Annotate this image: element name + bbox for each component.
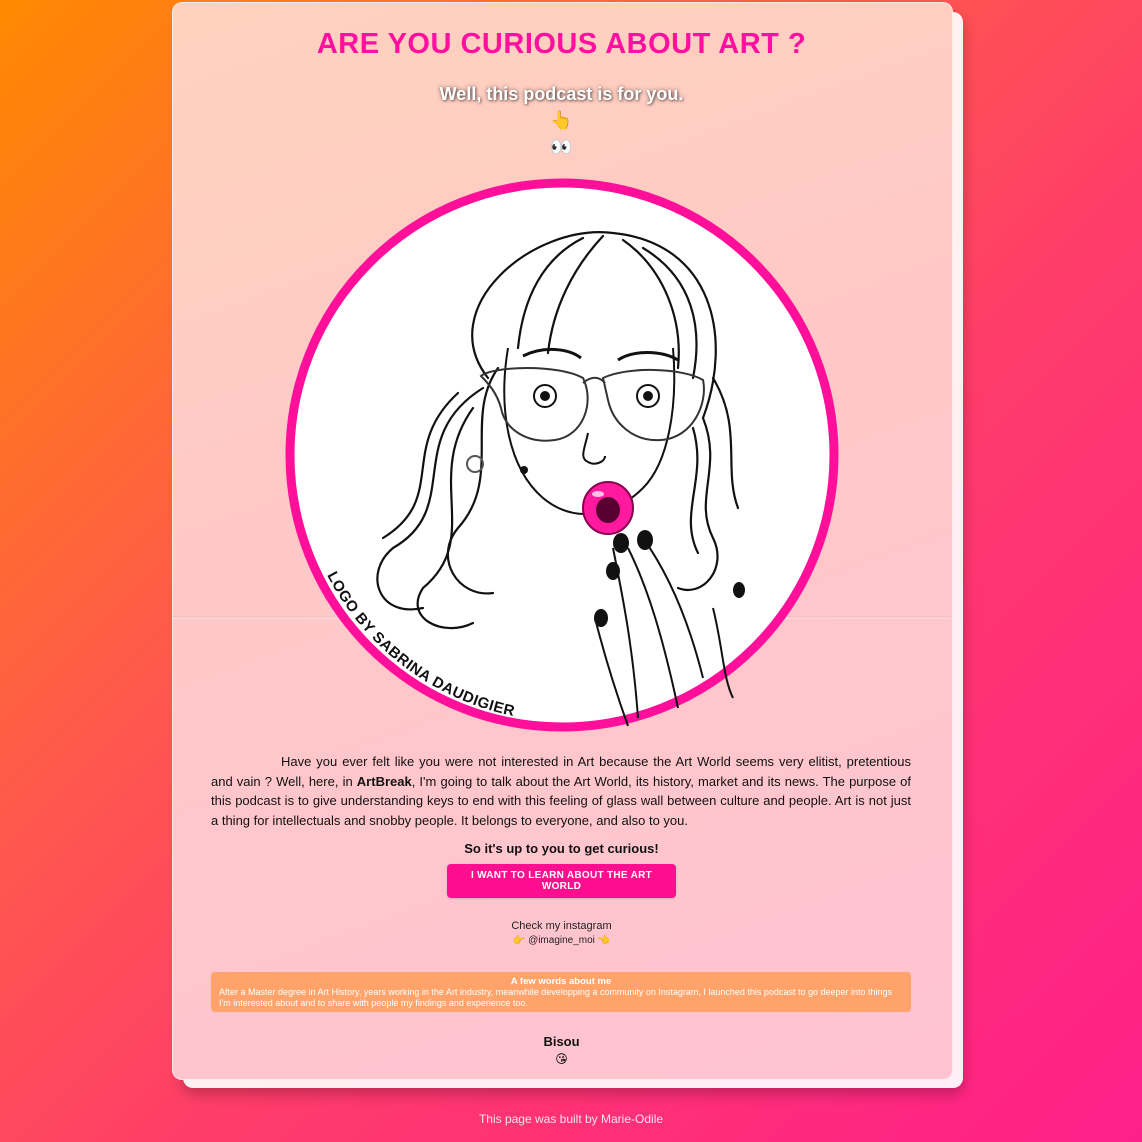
about-box: A few words about me After a Master degr… <box>211 972 911 1012</box>
learn-art-world-button[interactable]: I WANT TO LEARN ABOUT THE ART WORLD <box>447 864 676 898</box>
podcast-logo: LOGO BY SABRINA DAUDIGIER <box>283 178 841 732</box>
about-title: A few words about me <box>510 976 612 987</box>
pointing-right-emoji: 👉 <box>512 935 526 946</box>
instagram-handle-link[interactable]: @imagine_moi <box>528 935 595 946</box>
page-footer: This page was built by Marie-Odile <box>478 1112 664 1126</box>
logo-illustration: LOGO BY SABRINA DAUDIGIER <box>285 178 839 732</box>
intro-paragraph: Have you ever felt like you were not int… <box>211 752 911 830</box>
kiss-emoji: 😘 <box>555 1052 568 1066</box>
pointing-left-emoji: 👈 <box>597 935 611 946</box>
brand-name: ArtBreak <box>356 773 412 789</box>
cta-tagline: So it's up to you to get curious! <box>464 841 659 856</box>
instagram-label: Check my instagram <box>511 920 612 932</box>
page-title: ARE YOU CURIOUS ABOUT ART ? <box>316 28 807 60</box>
signoff-text: Bisou <box>543 1034 580 1049</box>
logo-ring <box>285 178 839 732</box>
pointing-up-emoji: 👆 <box>550 110 573 131</box>
instagram-line: 👉 @imagine_moi 👈 <box>172 935 951 946</box>
eyes-emoji: 👀 <box>550 137 573 158</box>
page-subtitle: Well, this podcast is for you. <box>439 84 684 104</box>
about-text: After a Master degree in Art History, ye… <box>219 987 893 1008</box>
